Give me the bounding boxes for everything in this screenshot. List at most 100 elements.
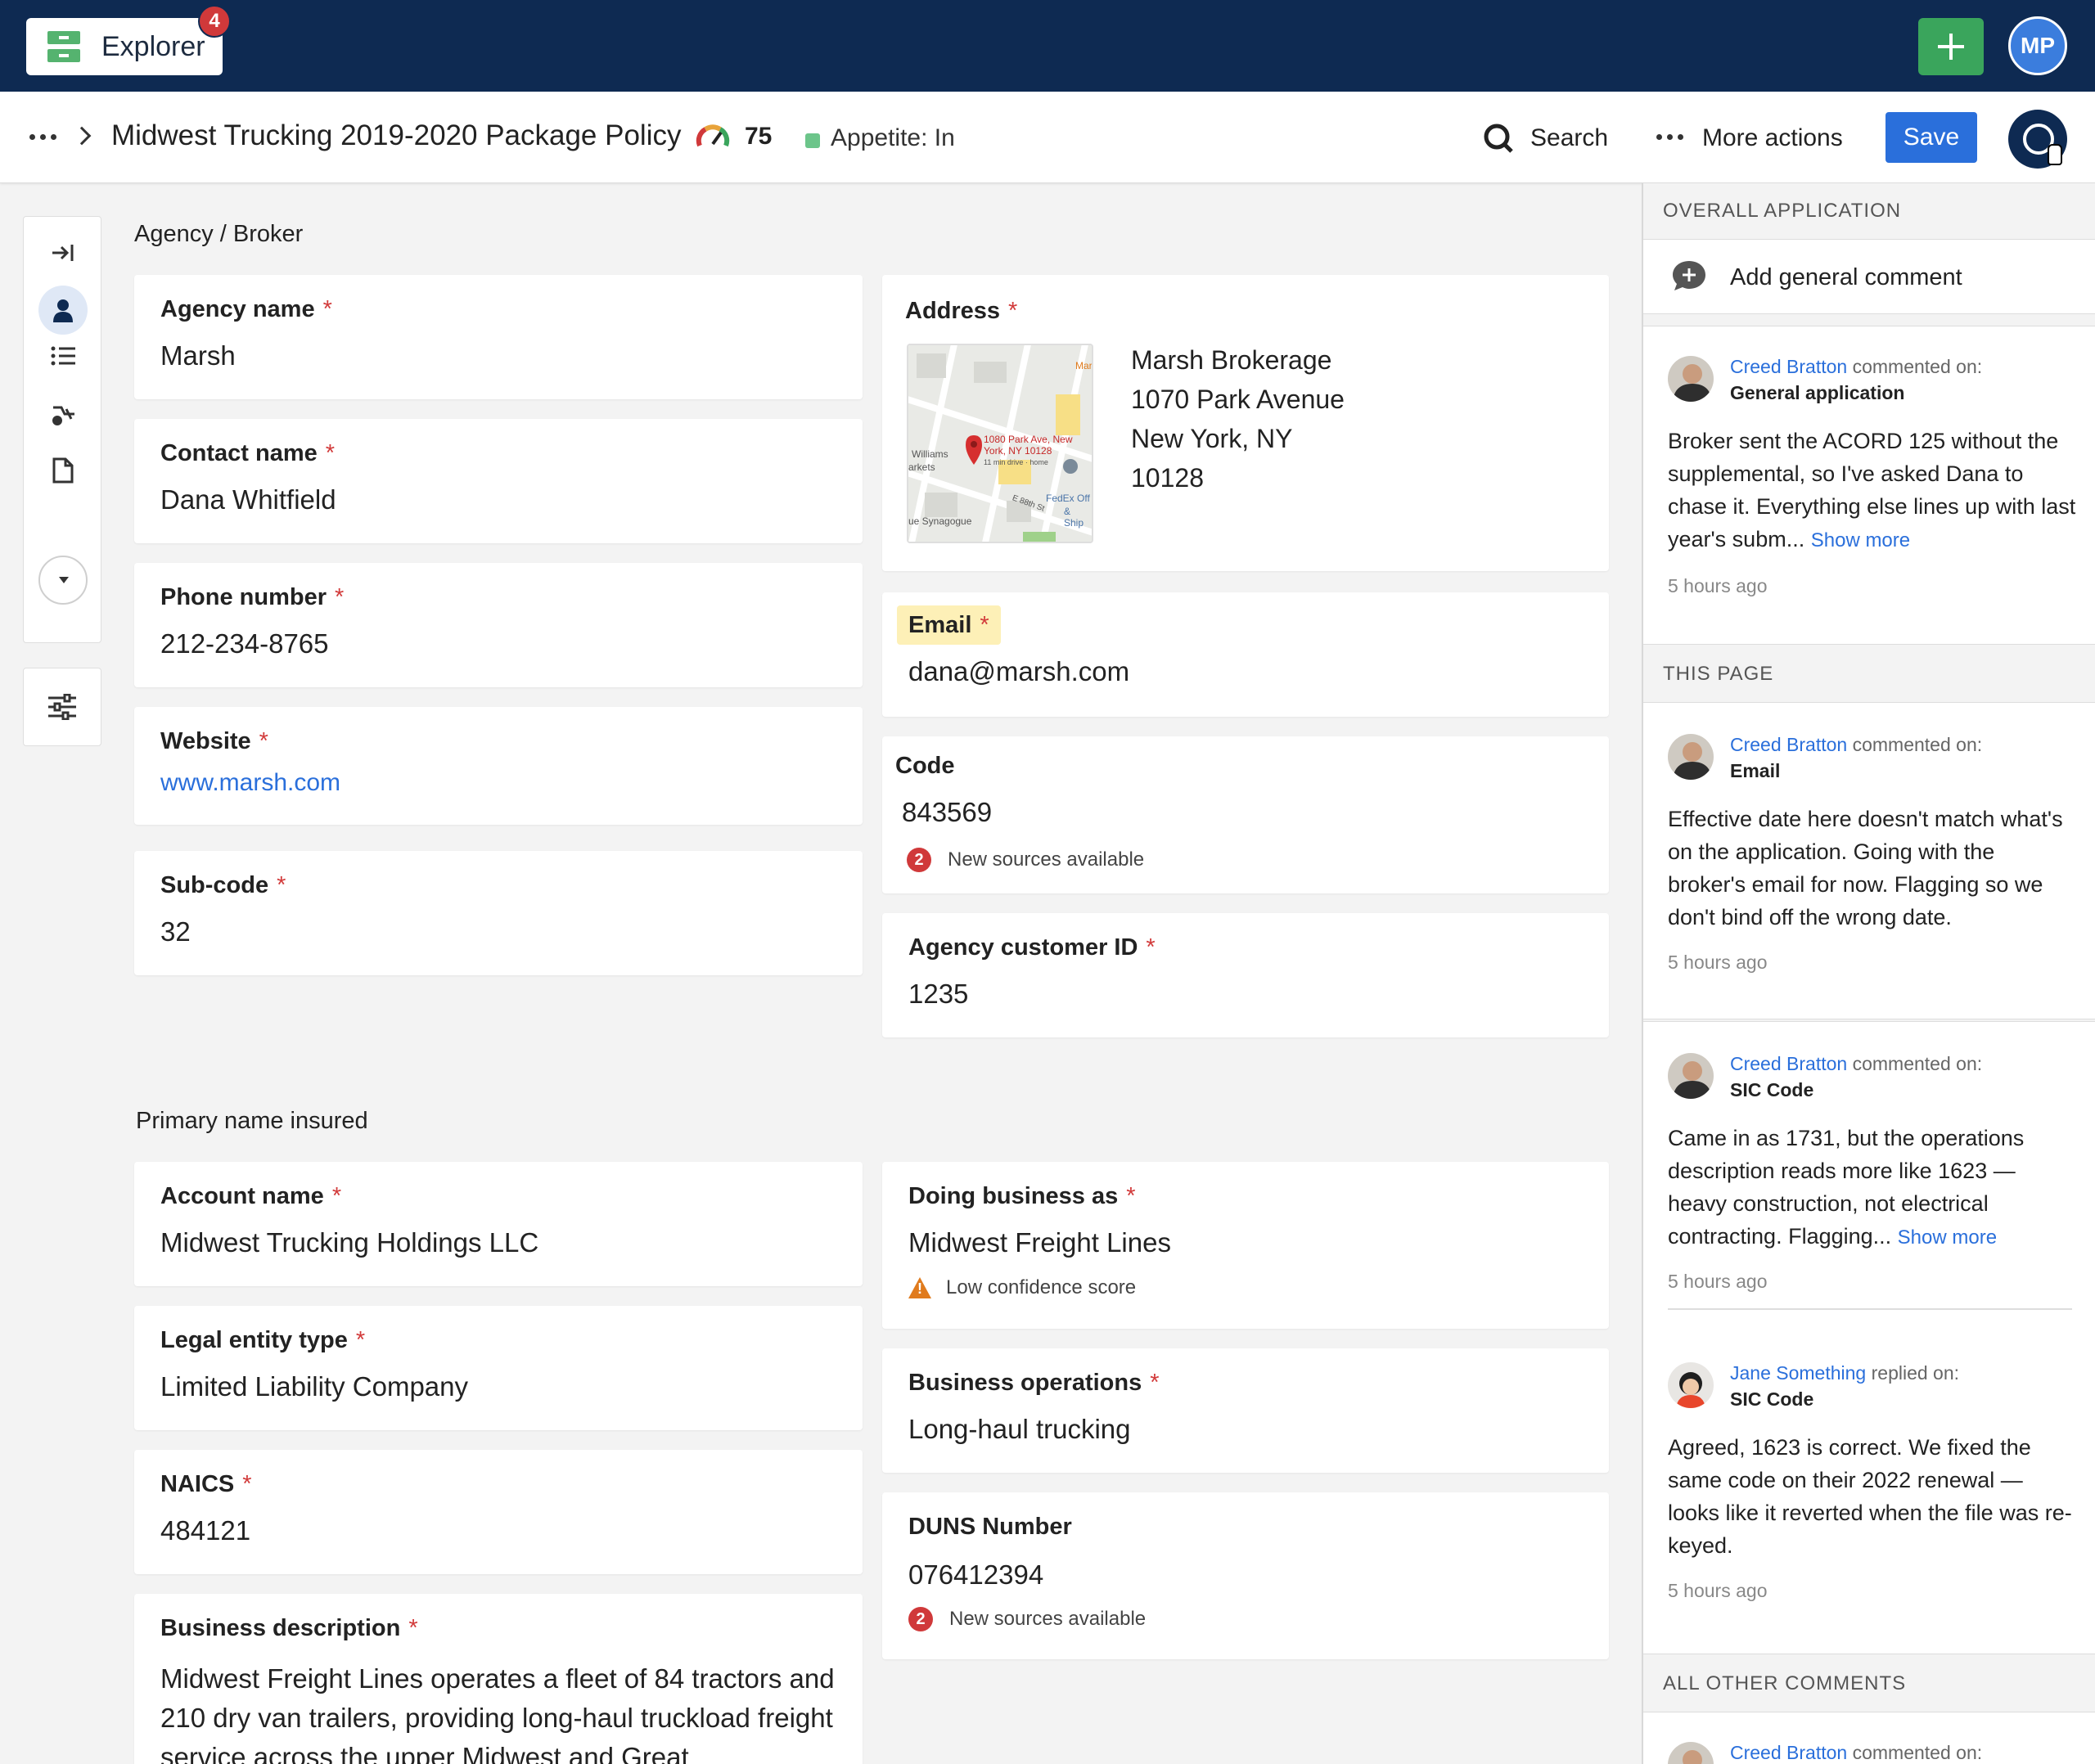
- field-value[interactable]: Marsh: [160, 340, 236, 371]
- comment-body: Agreed, 1623 is correct. We fixed the sa…: [1668, 1435, 2072, 1558]
- field-value[interactable]: 32: [160, 916, 191, 947]
- field-value[interactable]: 1235: [908, 979, 968, 1010]
- overall-application-heading: OVERALL APPLICATION: [1663, 200, 1902, 222]
- address-field[interactable]: Address * 1080 Park Ave, New York, NY 101…: [882, 275, 1609, 571]
- save-button[interactable]: Save: [1886, 112, 1977, 163]
- field-value[interactable]: 843569: [902, 797, 992, 828]
- agency-customer-id-field[interactable]: Agency customer ID * 1235: [882, 913, 1609, 1037]
- map-label: ue Synagogue: [908, 515, 972, 527]
- explorer-button[interactable]: Explorer: [26, 18, 223, 75]
- avatar: [1668, 734, 1714, 780]
- section-heading-primary-name-insured: Primary name insured: [136, 1108, 368, 1134]
- field-label: Account name *: [160, 1183, 342, 1209]
- user-avatar[interactable]: MP: [2008, 16, 2067, 75]
- expand-more-icon[interactable]: [38, 556, 88, 605]
- contact-name-field[interactable]: Contact name * Dana Whitfield: [134, 419, 863, 543]
- field-label: DUNS Number: [908, 1514, 1072, 1540]
- section-navigation-rail: [23, 216, 101, 643]
- comment-author-link[interactable]: Creed Bratton: [1730, 734, 1847, 755]
- naics-field[interactable]: NAICS * 484121: [134, 1450, 863, 1574]
- field-label: Sub-code *: [160, 872, 286, 898]
- duns-number-field[interactable]: DUNS Number 076412394 2 New sources avai…: [882, 1492, 1609, 1659]
- comment-author-link[interactable]: Creed Bratton: [1730, 1742, 1847, 1763]
- document-icon[interactable]: [38, 446, 88, 495]
- address-value[interactable]: Marsh Brokerage 1070 Park Avenue New Yor…: [1131, 340, 1345, 497]
- map-label: & Ship: [1064, 506, 1084, 529]
- map-label: arkets: [908, 461, 935, 473]
- comment-author-link[interactable]: Jane Something: [1730, 1362, 1866, 1384]
- email-field[interactable]: Email * dana@marsh.com: [882, 592, 1609, 717]
- field-label: NAICS *: [160, 1471, 252, 1497]
- comment-target[interactable]: Email: [1730, 760, 1780, 782]
- show-more-link[interactable]: Show more: [1811, 529, 1910, 551]
- field-value[interactable]: 484121: [160, 1515, 250, 1546]
- comment-target[interactable]: General application: [1730, 382, 1904, 404]
- add-comment-icon: [1673, 261, 1705, 290]
- search-icon[interactable]: [1483, 123, 1514, 154]
- map-label: Williams: [912, 448, 948, 460]
- comments-toggle-button[interactable]: [2008, 110, 2067, 169]
- comment-target[interactable]: SIC Code: [1730, 1388, 1813, 1411]
- comment-card: Creed Bratton commented on:: [1643, 1712, 2095, 1764]
- appetite-score: 75: [745, 123, 773, 150]
- chevron-right-icon: [72, 126, 92, 146]
- this-page-heading: THIS PAGE: [1663, 663, 1774, 685]
- field-value[interactable]: Dana Whitfield: [160, 484, 336, 515]
- comment-author-link[interactable]: Creed Bratton: [1730, 356, 1847, 377]
- low-confidence-notice[interactable]: Low confidence score: [908, 1276, 1136, 1299]
- legal-entity-type-field[interactable]: Legal entity type * Limited Liability Com…: [134, 1306, 863, 1430]
- show-more-link[interactable]: Show more: [1898, 1226, 1997, 1249]
- comment-card: Creed Bratton commented on: General appl…: [1643, 326, 2095, 645]
- doing-business-as-field[interactable]: Doing business as * Midwest Freight Lines…: [882, 1162, 1609, 1329]
- add-general-comment-button[interactable]: Add general comment: [1643, 239, 2095, 314]
- breadcrumb-overflow-icon[interactable]: [29, 134, 56, 140]
- list-icon[interactable]: [38, 331, 88, 380]
- comment-target[interactable]: SIC Code: [1730, 1079, 1813, 1101]
- add-general-comment-label: Add general comment: [1730, 264, 1962, 290]
- business-operations-field[interactable]: Business operations * Long-haul trucking: [882, 1348, 1609, 1473]
- field-value[interactable]: 076412394: [908, 1559, 1043, 1591]
- new-sources-notice[interactable]: 2 New sources available: [907, 848, 1144, 872]
- section-heading-agency-broker: Agency / Broker: [134, 221, 304, 247]
- explorer-label: Explorer: [101, 30, 205, 62]
- comment-author-link[interactable]: Creed Bratton: [1730, 1053, 1847, 1074]
- appetite-status: Appetite: In: [831, 124, 955, 151]
- business-description-field[interactable]: Business description * Midwest Freight Li…: [134, 1594, 863, 1764]
- search-button[interactable]: Search: [1530, 124, 1608, 152]
- map-label: FedEx Off: [1046, 493, 1090, 504]
- field-value[interactable]: Midwest Freight Lines: [908, 1227, 1171, 1258]
- field-value[interactable]: Long-haul trucking: [908, 1414, 1131, 1445]
- field-value[interactable]: Midwest Freight Lines operates a fleet o…: [160, 1659, 840, 1764]
- comment-header: Creed Bratton commented on:: [1730, 1053, 1983, 1074]
- field-label: Business operations *: [908, 1370, 1160, 1396]
- page-header: Midwest Trucking 2019-2020 Package Polic…: [0, 92, 2095, 183]
- account-name-field[interactable]: Account name * Midwest Trucking Holdings …: [134, 1162, 863, 1286]
- person-icon[interactable]: [38, 286, 88, 335]
- field-value[interactable]: Limited Liability Company: [160, 1371, 468, 1402]
- field-value[interactable]: Midwest Trucking Holdings LLC: [160, 1227, 538, 1258]
- truck-icon[interactable]: [38, 390, 88, 439]
- website-link[interactable]: www.marsh.com: [160, 769, 340, 797]
- sub-code-field[interactable]: Sub-code * 32: [134, 851, 863, 975]
- more-actions-button[interactable]: More actions: [1702, 124, 1843, 152]
- address-map-thumbnail[interactable]: 1080 Park Ave, New York, NY 10128 11 min…: [907, 344, 1093, 543]
- drawer-icon: [47, 31, 80, 62]
- field-label-highlighted: Email *: [897, 605, 1001, 645]
- agency-name-field[interactable]: Agency name * Marsh: [134, 275, 863, 399]
- field-value[interactable]: 212-234-8765: [160, 628, 329, 659]
- more-actions-icon[interactable]: [1656, 134, 1683, 140]
- gauge-icon: [696, 124, 730, 147]
- phone-number-field[interactable]: Phone number * 212-234-8765: [134, 563, 863, 687]
- comment-timestamp: 5 hours ago: [1668, 1271, 1768, 1292]
- comment-body: Broker sent the ACORD 125 without the su…: [1668, 429, 2076, 551]
- explorer-notification-badge: 4: [198, 5, 231, 38]
- collapse-panel-icon[interactable]: [38, 228, 88, 277]
- code-field[interactable]: Code 843569 2 New sources available: [882, 736, 1609, 893]
- field-value[interactable]: dana@marsh.com: [908, 656, 1129, 687]
- create-new-button[interactable]: [1918, 18, 1984, 75]
- new-sources-notice[interactable]: 2 New sources available: [908, 1607, 1146, 1631]
- filter-settings-icon[interactable]: [23, 668, 101, 746]
- website-field[interactable]: Website * www.marsh.com: [134, 707, 863, 825]
- comment-body: Effective date here doesn't match what's…: [1668, 807, 2063, 929]
- avatar: [1668, 1742, 1714, 1764]
